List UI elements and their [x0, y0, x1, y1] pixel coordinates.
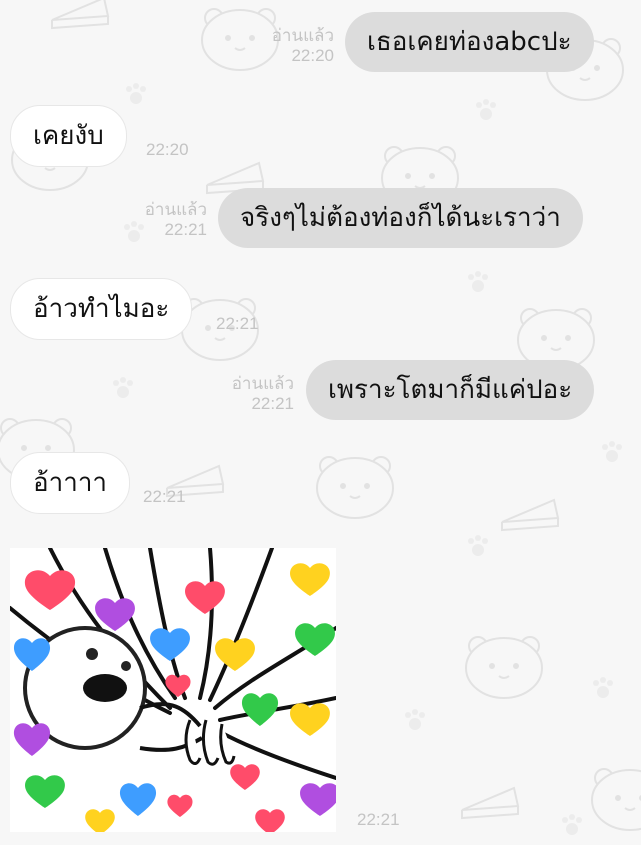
read-receipt: อ่านแล้ว — [231, 374, 294, 393]
sent-message-bubble[interactable]: เพราะโตมาก็มีแค่ปอะ — [306, 360, 595, 420]
message-meta: อ่านแล้ว 22:21 — [232, 374, 294, 414]
read-receipt: อ่านแล้ว — [144, 200, 207, 219]
message-time: 22:21 — [143, 487, 186, 506]
message-time: 22:20 — [146, 140, 189, 159]
message-time: 22:21 — [164, 220, 207, 239]
sent-message-bubble[interactable]: จริงๆไม่ต้องท่องก็ได้นะเราว่า — [218, 188, 583, 248]
message-time: 22:21 — [216, 314, 259, 333]
received-message-bubble[interactable]: เคยงับ — [10, 105, 127, 167]
received-message-bubble[interactable]: อ้าวทำไมอะ — [10, 278, 193, 340]
message-meta: อ่านแล้ว 22:21 — [145, 200, 207, 240]
message-meta: อ่านแล้ว 22:20 — [272, 26, 334, 66]
message-meta: 22:21 — [216, 314, 259, 334]
heart-hands-sticker[interactable] — [10, 548, 336, 832]
sent-message-bubble[interactable]: เธอเคยท่องabcปะ — [345, 12, 594, 72]
sticker-image — [10, 548, 336, 832]
message-time: 22:21 — [357, 810, 400, 829]
message-time: 22:20 — [291, 46, 334, 65]
message-time: 22:21 — [251, 394, 294, 413]
chat-thread: อ่านแล้ว 22:20 เธอเคยท่องabcปะ เคยงับ 22… — [0, 0, 641, 845]
message-meta: 22:20 — [146, 140, 189, 160]
read-receipt: อ่านแล้ว — [271, 26, 334, 45]
received-message-bubble[interactable]: อ้าาาา — [10, 452, 131, 514]
message-meta: 22:21 — [357, 810, 400, 830]
message-meta: 22:21 — [143, 487, 186, 507]
